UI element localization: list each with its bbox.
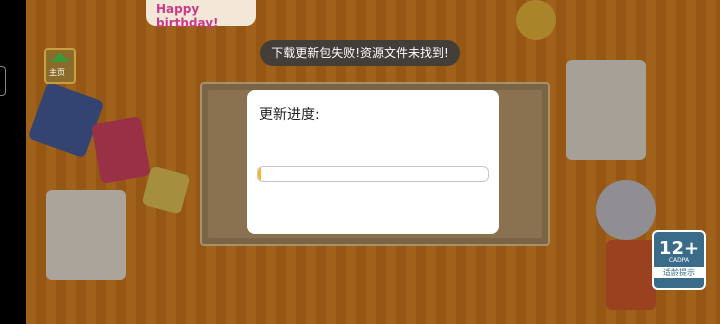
progress-bar <box>257 166 489 182</box>
dialog-title: 更新进度: <box>259 107 320 123</box>
progress-fill <box>258 167 262 181</box>
age-rating-badge[interactable]: 12+ CADPA 适龄提示 <box>652 230 706 290</box>
age-rating-tip: 适龄提示 <box>654 267 704 278</box>
side-handle[interactable] <box>0 66 6 96</box>
system-side-bar <box>0 0 26 324</box>
birthday-banner: Happy birthday! <box>146 0 256 30</box>
age-rating-value: 12+ <box>658 238 700 259</box>
home-button[interactable]: 主页 <box>44 48 76 84</box>
home-icon <box>50 53 70 62</box>
error-toast: 下载更新包失败!资源文件未找到! <box>260 40 460 66</box>
banner-text: Happy birthday! <box>156 2 219 30</box>
update-progress-dialog: 更新进度: <box>247 90 499 234</box>
home-label: 主页 <box>49 68 65 77</box>
